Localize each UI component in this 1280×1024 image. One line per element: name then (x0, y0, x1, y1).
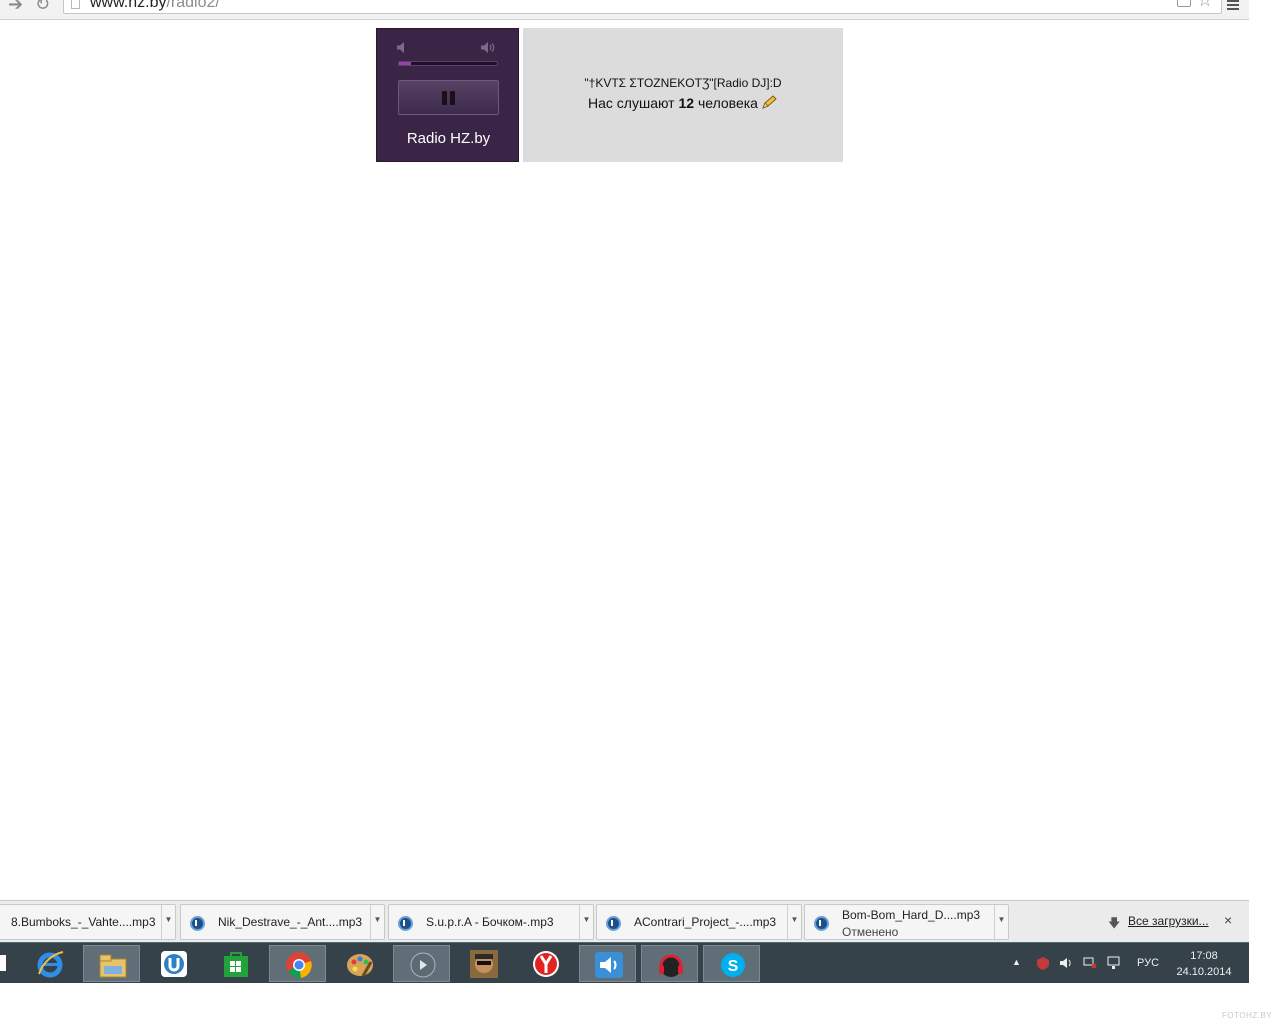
track-title: "†KVTΣ ΣTOZNEKOTƷ"[Radio DJ]:D (584, 76, 782, 90)
taskbar-app[interactable]: S (703, 945, 760, 982)
listeners-count: 12 (678, 95, 695, 111)
taskbar-app[interactable] (517, 945, 574, 982)
all-downloads-link[interactable]: Все загрузки... (1108, 914, 1209, 928)
download-item[interactable]: Nik_Destrave_-_Ant....mp3 ▼ (180, 904, 385, 940)
antivirus-tray-icon[interactable] (1036, 956, 1050, 970)
bookmark-star-icon[interactable]: ☆ (1197, 0, 1213, 11)
url-path: /radio2/ (166, 0, 220, 11)
audio-file-icon (398, 916, 413, 931)
chrome-icon (286, 952, 312, 979)
close-icon[interactable]: × (1224, 912, 1232, 928)
all-downloads-label: Все загрузки... (1128, 914, 1209, 928)
svg-text:S: S (728, 958, 739, 975)
taskbar-app[interactable] (83, 945, 140, 982)
yandex-browser-icon (533, 951, 559, 977)
music-app-icon (659, 954, 683, 977)
radio-player: Radio HZ.by (376, 28, 519, 162)
downloads-shelf: 8.Bumboks_-_Vahte....mp3 ▼ Nik_Destrave_… (0, 900, 1249, 942)
skype-icon: S (721, 953, 745, 977)
listeners-prefix: Нас слушают (588, 95, 675, 111)
volume-tray-icon[interactable] (1059, 956, 1073, 970)
listeners-line: Нас слушают 12 человека (523, 95, 843, 111)
clock-time[interactable]: 17:08 (1176, 950, 1232, 962)
chevron-down-icon[interactable]: ▼ (370, 905, 384, 939)
volume-min-icon[interactable] (397, 42, 407, 53)
taskbar-app[interactable] (207, 945, 264, 982)
station-name: Radio HZ.by (406, 130, 491, 147)
pause-button[interactable] (398, 80, 499, 115)
taskbar-app[interactable] (21, 945, 78, 982)
download-name: Bom-Bom_Hard_D....mp3 (842, 908, 981, 922)
taskbar-app[interactable] (331, 945, 388, 982)
watermark: FOTOHZ.BY (1222, 1011, 1273, 1020)
download-item[interactable]: 8.Bumboks_-_Vahte....mp3 ▼ (0, 904, 176, 940)
audio-app-icon (595, 952, 623, 978)
now-playing-panel: "†KVTΣ ΣTOZNEKOTƷ"[Radio DJ]:D Нас слуша… (523, 28, 843, 162)
tray-expand-icon[interactable]: ▲ (1012, 957, 1021, 967)
url-host: www.hz.by (90, 0, 167, 11)
page-action-icon[interactable] (1177, 0, 1191, 7)
taskbar-app[interactable] (393, 945, 450, 982)
download-item[interactable]: S.u.p.r.A - Бочком-.mp3 ▼ (388, 904, 594, 940)
taskbar: S ▲ РУС 17:08 24.10.2014 (0, 942, 1249, 983)
volume-slider-fill (399, 62, 411, 65)
taskbar-app[interactable] (145, 945, 202, 982)
pencil-icon[interactable] (761, 95, 778, 111)
game-icon (470, 950, 498, 978)
listeners-suffix: человека (697, 95, 758, 111)
media-player-icon (410, 952, 436, 978)
windows-store-icon (224, 952, 248, 977)
taskbar-app[interactable] (579, 945, 636, 982)
paint-icon (347, 954, 373, 977)
display-tray-icon[interactable] (1107, 956, 1121, 970)
download-name: S.u.p.r.A - Бочком-.mp3 (426, 915, 554, 929)
chevron-down-icon[interactable]: ▼ (579, 905, 593, 939)
audio-file-icon (814, 916, 829, 931)
volume-max-icon[interactable] (481, 42, 496, 53)
page-icon (71, 0, 80, 9)
clock-date[interactable]: 24.10.2014 (1176, 966, 1232, 978)
address-bar[interactable]: www.hz.by/radio2/ ☆ (63, 0, 1222, 14)
audio-file-icon (190, 916, 205, 931)
taskbar-app[interactable] (455, 945, 512, 982)
internet-explorer-icon (37, 951, 64, 978)
taskbar-app[interactable] (641, 945, 698, 982)
download-item[interactable]: Bom-Bom_Hard_D....mp3 Отменено ▼ (804, 904, 1009, 940)
forward-icon[interactable]: ➔ (8, 0, 23, 15)
reload-icon[interactable]: ↻ (35, 0, 50, 15)
download-status: Отменено (842, 925, 899, 939)
url-text[interactable]: www.hz.by/radio2/ (90, 0, 220, 12)
browser-menu-icon[interactable] (1227, 0, 1239, 12)
network-tray-icon[interactable] (1083, 956, 1097, 970)
chevron-down-icon[interactable]: ▼ (994, 905, 1008, 939)
download-name: 8.Bumboks_-_Vahte....mp3 (11, 915, 156, 929)
screen: ➔ ↻ www.hz.by/radio2/ ☆ Radio HZ.by "†KV… (0, 0, 1280, 1024)
download-name: Nik_Destrave_-_Ant....mp3 (218, 915, 363, 929)
browser-toolbar: ➔ ↻ www.hz.by/radio2/ ☆ (0, 0, 1249, 20)
chevron-down-icon[interactable]: ▼ (787, 905, 801, 939)
chevron-down-icon[interactable]: ▼ (161, 905, 175, 939)
start-button[interactable] (0, 955, 6, 971)
pause-icon-bar-right (450, 91, 455, 105)
language-indicator[interactable]: РУС (1137, 957, 1159, 969)
file-explorer-icon (99, 954, 127, 978)
download-item[interactable]: AContrari_Project_-....mp3 ▼ (596, 904, 802, 940)
taskbar-app[interactable] (269, 945, 326, 982)
audio-file-icon (606, 916, 621, 931)
volume-slider[interactable] (398, 61, 498, 66)
utorrent-icon (161, 951, 187, 977)
pause-icon-bar-left (442, 91, 447, 105)
download-name: AContrari_Project_-....mp3 (634, 915, 777, 929)
